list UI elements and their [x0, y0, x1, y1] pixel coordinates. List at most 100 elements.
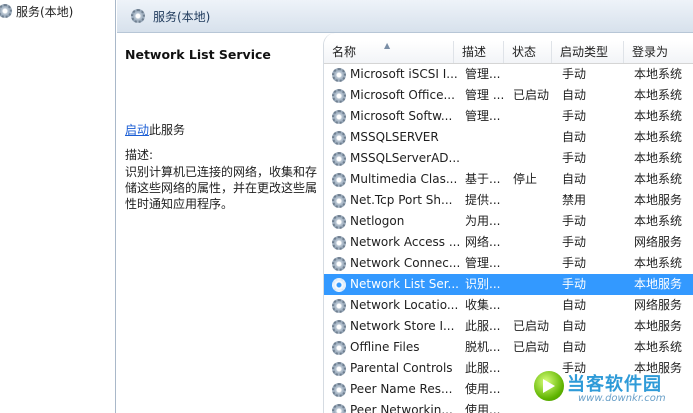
table-row[interactable]: Network List Ser... 识别... 手动 本地服务 [324, 274, 693, 295]
service-status [511, 274, 560, 295]
service-status [511, 295, 560, 316]
panel-header: 服务(本地) [117, 0, 693, 33]
service-name: Net.Tcp Port Sh... [350, 193, 453, 207]
table-row[interactable]: Multimedia Clas... 基于... 停止 自动 本地系统 [324, 169, 693, 190]
gear-icon [332, 130, 346, 145]
service-description: 管理 ... [465, 88, 505, 102]
service-name: Peer Networkin... [350, 403, 453, 413]
service-name: Multimedia Clas... [350, 172, 458, 186]
service-description: 网络... [465, 235, 501, 249]
service-name-cell: Network Locatio... [324, 295, 463, 316]
service-log-on-as: 本地系统 [634, 67, 683, 81]
service-description [463, 127, 511, 148]
service-name: Netlogon [350, 214, 405, 228]
service-name-cell: Microsoft Softw... [324, 106, 463, 127]
service-name: Microsoft Softw... [350, 109, 453, 123]
service-name-cell: Network Store I... [324, 316, 463, 337]
description-text: 识别计算机已连接的网络，收集和存储这些网络的属性，并在更改这些属性时通知应用程序… [125, 165, 318, 211]
service-log-on-as: 网络服务 [634, 298, 683, 312]
gear-icon [332, 298, 346, 313]
service-name-cell: Network Access ... [324, 232, 463, 253]
service-startup-type: 自动 [562, 298, 587, 312]
service-log-on-as: 本地系统 [634, 109, 683, 123]
service-description: 为用... [465, 214, 501, 228]
service-rows: Microsoft iSCSI I... 管理... 手动 本地系统 Microsoft… [324, 64, 693, 413]
table-row[interactable]: Offline Files 脱机... 已启动 自动 本地系统 [324, 337, 693, 358]
service-name-cell: MSSQLSERVER [324, 127, 463, 148]
service-description: 脱机... [465, 340, 501, 354]
service-status: 已启动 [513, 319, 550, 333]
gear-icon [332, 319, 346, 334]
table-row[interactable]: Netlogon 为用... 手动 本地系统 [324, 211, 693, 232]
sort-ascending-icon: ▲ [384, 41, 391, 50]
service-action-line: 启动此服务 [125, 121, 185, 138]
service-description [463, 148, 511, 169]
tree-item-services-local[interactable]: 服务(本地) [0, 1, 73, 21]
table-row[interactable]: Microsoft iSCSI I... 管理... 手动 本地系统 [324, 64, 693, 85]
table-row[interactable]: Network Access ... 网络... 手动 网络服务 [324, 232, 693, 253]
service-status: 已启动 [513, 88, 550, 102]
service-startup-type: 手动 [562, 67, 587, 81]
service-name-cell: Network Connec... [324, 253, 463, 274]
service-name-cell: Net.Tcp Port Sh... [324, 190, 463, 211]
watermark-url: www.downkr.com [578, 393, 666, 404]
list-header: 名称 ▲ 描述 状态 启动类型 登录为 [324, 41, 693, 64]
service-name: Network List Ser... [350, 277, 459, 291]
column-header-startup-type[interactable]: 启动类型 [552, 41, 624, 63]
service-name-cell: Peer Name Res... [324, 379, 463, 400]
service-description: 此服... [465, 319, 501, 333]
tree-item-label: 服务(本地) [16, 4, 74, 19]
column-header-log-on-as[interactable]: 登录为 [624, 41, 693, 63]
table-row[interactable]: Network Locatio... 收集... 自动 网络服务 [324, 295, 693, 316]
service-log-on-as: 本地系统 [634, 172, 683, 186]
service-description: 此服... [465, 361, 501, 375]
start-service-link[interactable]: 启动 [125, 123, 149, 137]
gear-icon [131, 9, 145, 23]
service-name: MSSQLSERVER [350, 130, 439, 144]
table-row[interactable]: Network Connec... 管理... 手动 本地系统 [324, 253, 693, 274]
service-name-cell: Microsoft Office... [324, 85, 463, 106]
gear-icon [332, 403, 346, 413]
table-row[interactable]: Network Store I... 此服... 已启动 自动 本地服务 [324, 316, 693, 337]
service-name-cell: Multimedia Clas... [324, 169, 463, 190]
service-startup-type: 手动 [562, 109, 587, 123]
column-header-name-label: 名称 [332, 45, 357, 59]
gear-icon [0, 4, 12, 18]
column-header-description[interactable]: 描述 [454, 41, 504, 63]
service-status [511, 64, 560, 85]
service-log-on-as: 本地服务 [634, 277, 683, 291]
table-row[interactable]: Microsoft Softw... 管理... 手动 本地系统 [324, 106, 693, 127]
service-status [511, 232, 560, 253]
service-startup-type: 禁用 [562, 193, 587, 207]
site-watermark: 当客软件园 www.downkr.com [534, 369, 689, 409]
service-log-on-as: 本地系统 [634, 256, 683, 270]
service-name-cell: Network List Ser... [324, 274, 463, 295]
table-row[interactable]: Microsoft Office... 管理 ... 已启动 自动 本地系统 [324, 85, 693, 106]
column-header-name[interactable]: 名称 ▲ [324, 41, 454, 63]
service-log-on-as: 本地系统 [634, 340, 683, 354]
service-name: Network Access ... [350, 235, 461, 249]
service-description: 基于... [465, 172, 501, 186]
service-name: Parental Controls [350, 361, 453, 375]
service-log-on-as: 本地服务 [634, 193, 683, 207]
service-status [511, 190, 560, 211]
gear-icon [332, 361, 346, 376]
table-row[interactable]: MSSQLSERVER 自动 本地系统 [324, 127, 693, 148]
table-row[interactable]: Net.Tcp Port Sh... 提供... 禁用 本地服务 [324, 190, 693, 211]
service-status [511, 253, 560, 274]
service-description: 收集... [465, 298, 501, 312]
service-log-on-as: 本地系统 [634, 214, 683, 228]
service-startup-type: 手动 [562, 235, 587, 249]
service-name-cell: Peer Networkin... [324, 400, 463, 413]
services-list[interactable]: 名称 ▲ 描述 状态 启动类型 登录为 Microsoft iSCSI I...… [323, 33, 693, 413]
column-header-status[interactable]: 状态 [504, 41, 552, 63]
services-panel: 服务(本地) Network List Service 启动此服务 描述: 识别… [117, 0, 693, 413]
gear-icon [332, 277, 346, 292]
gear-icon [332, 67, 346, 82]
gear-icon [332, 340, 346, 355]
extended-description-pane: Network List Service 启动此服务 描述: 识别计算机已连接的… [117, 33, 323, 413]
service-description: 管理... [465, 67, 501, 81]
service-name-cell: MSSQLServerAD... [324, 148, 463, 169]
table-row[interactable]: MSSQLServerAD... 手动 本地系统 [324, 148, 693, 169]
gear-icon [332, 235, 346, 250]
